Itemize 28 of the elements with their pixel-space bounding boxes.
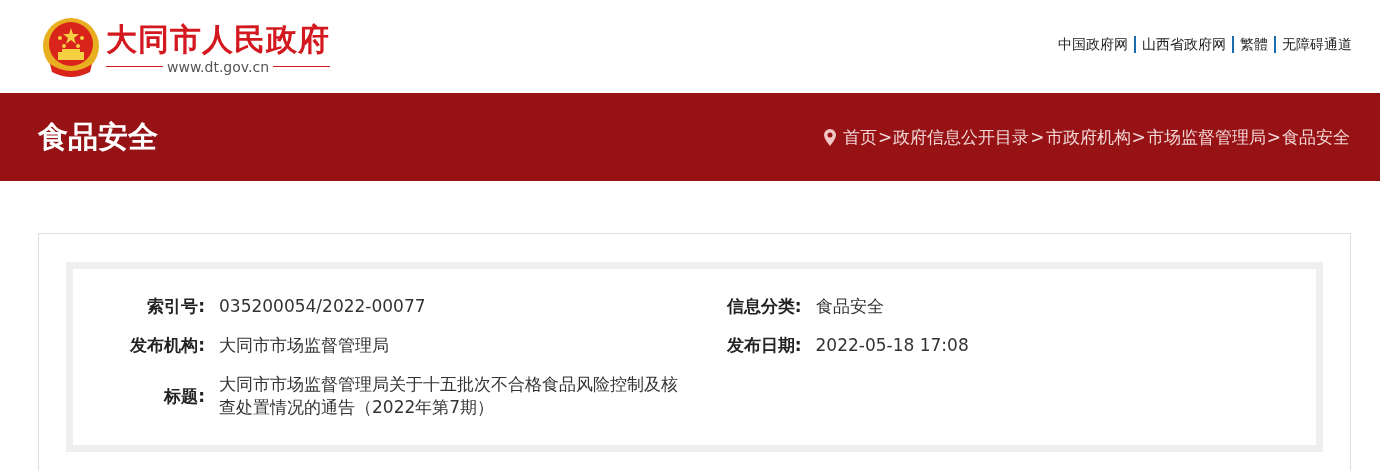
field-value: 大同市市场监督管理局关于十五批次不合格食品风险控制及核查处置情况的通告（2022年第7期） [219, 373, 679, 419]
breadcrumb-link[interactable]: 政府信息公开目录 [893, 125, 1030, 149]
location-pin-icon [824, 128, 836, 146]
field-value: 2022-05-18 17:08 [815, 334, 969, 357]
breadcrumb-separator: > [878, 127, 893, 147]
breadcrumb-separator: > [1266, 127, 1281, 147]
breadcrumb-link[interactable]: 市政府机构 [1045, 125, 1131, 149]
site-url: www.dt.gov.cn [167, 58, 269, 75]
page-title: 食品安全 [38, 117, 158, 156]
breadcrumb-link[interactable]: 市场监督管理局 [1146, 125, 1266, 149]
breadcrumb-separator: > [1030, 127, 1045, 147]
field-label: 标题: [162, 384, 206, 408]
field-label: 发布机构: [129, 334, 206, 357]
site-title: 大同市人民政府 [106, 19, 330, 59]
top-link[interactable]: 山西省政府网 [1142, 35, 1226, 54]
breadcrumb-link[interactable]: 食品安全 [1282, 125, 1350, 149]
emblem-icon [40, 15, 102, 78]
field-label: 信息分类: [725, 295, 803, 318]
top-link[interactable]: 中国政府网 [1058, 35, 1128, 54]
breadcrumb-separator: > [1131, 127, 1146, 147]
field-label: 发布日期: [725, 334, 803, 357]
field-value: 食品安全 [815, 295, 884, 318]
field-value: 035200054/2022-00077 [219, 295, 426, 318]
top-link[interactable]: 无障碍通道 [1282, 35, 1352, 54]
breadcrumb-link[interactable]: 首页 [843, 125, 877, 149]
field-label: 索引号: [146, 295, 206, 318]
field-value: 大同市市场监督管理局 [219, 334, 389, 357]
top-link[interactable]: 繁體 [1240, 35, 1268, 54]
